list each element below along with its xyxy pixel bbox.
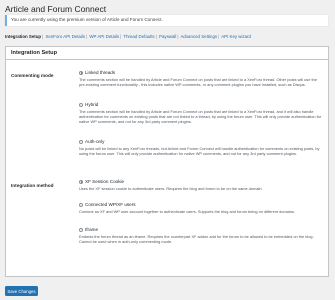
option-description: No posts will be linked to any XenForo t… <box>79 146 320 156</box>
radio-iframe[interactable] <box>79 227 83 232</box>
option-xf-session-cookie: XF Session Cookie Uses the XF session co… <box>79 179 324 191</box>
radio-linked-threads[interactable] <box>79 70 83 75</box>
tab-api-key-wizard[interactable]: API Key wizard <box>221 34 251 39</box>
option-label[interactable]: Auth-only <box>85 139 104 144</box>
save-changes-button[interactable]: Save Changes <box>5 286 38 296</box>
tab-xenforo-api-details[interactable]: XenForo API Details <box>45 34 85 39</box>
option-label[interactable]: Hybrid <box>85 102 98 107</box>
tab-separator: | <box>155 34 157 39</box>
radio-auth-only[interactable] <box>79 139 83 144</box>
radio-xf-session-cookie[interactable] <box>79 179 83 184</box>
tab-thread-defaults[interactable]: Thread Defaults <box>123 34 154 39</box>
panel-header: Integration Setup <box>6 47 328 60</box>
settings-tabs: Integration Setup| XenForo API Details| … <box>5 34 331 39</box>
settings-panel: Integration Setup Commenting mode Linked… <box>5 46 329 277</box>
tab-separator: | <box>177 34 179 39</box>
premium-notice: You are currently using the premium vers… <box>5 15 328 26</box>
tab-separator: | <box>42 34 44 39</box>
option-description: The comments section will be handled by … <box>79 77 317 87</box>
option-auth-only: Auth-only No posts will be linked to any… <box>79 139 324 156</box>
tab-separator: | <box>218 34 220 39</box>
tab-integration-setup[interactable]: Integration Setup <box>5 34 41 39</box>
option-description: Uses the XF session cookie to authentica… <box>79 186 263 191</box>
radio-hybrid[interactable] <box>79 102 83 107</box>
tab-advanced-settings[interactable]: Advanced Settings <box>180 34 217 39</box>
option-label[interactable]: Linked threads <box>85 70 115 75</box>
option-description: Embeds the forum thread as an iframe. Re… <box>79 234 314 244</box>
option-connected-users: Connected WP/XF users Connect an XF and … <box>79 202 324 214</box>
option-iframe: Iframe Embeds the forum thread as an ifr… <box>79 227 324 244</box>
option-description: Connect an XF and WP user account togeth… <box>79 209 295 214</box>
option-label[interactable]: Iframe <box>85 227 98 232</box>
tab-separator: | <box>120 34 122 39</box>
option-description: The comments section will be handled by … <box>79 109 322 124</box>
radio-connected-users[interactable] <box>79 202 83 207</box>
option-linked-threads: Linked threads The comments section will… <box>79 70 324 87</box>
tab-separator: | <box>86 34 88 39</box>
commenting-mode-label: Commenting mode <box>11 73 54 78</box>
option-label[interactable]: XF Session Cookie <box>85 179 124 184</box>
page-title: Article and Forum Connect <box>5 4 107 14</box>
integration-method-label: Integration method <box>11 183 54 188</box>
option-hybrid: Hybrid The comments section will be hand… <box>79 102 324 124</box>
notice-text: You are currently using the premium vers… <box>11 17 163 22</box>
tab-payswall[interactable]: Payswall <box>159 34 176 39</box>
tab-wp-api-details[interactable]: WP API Details <box>89 34 119 39</box>
option-label[interactable]: Connected WP/XF users <box>85 202 136 207</box>
